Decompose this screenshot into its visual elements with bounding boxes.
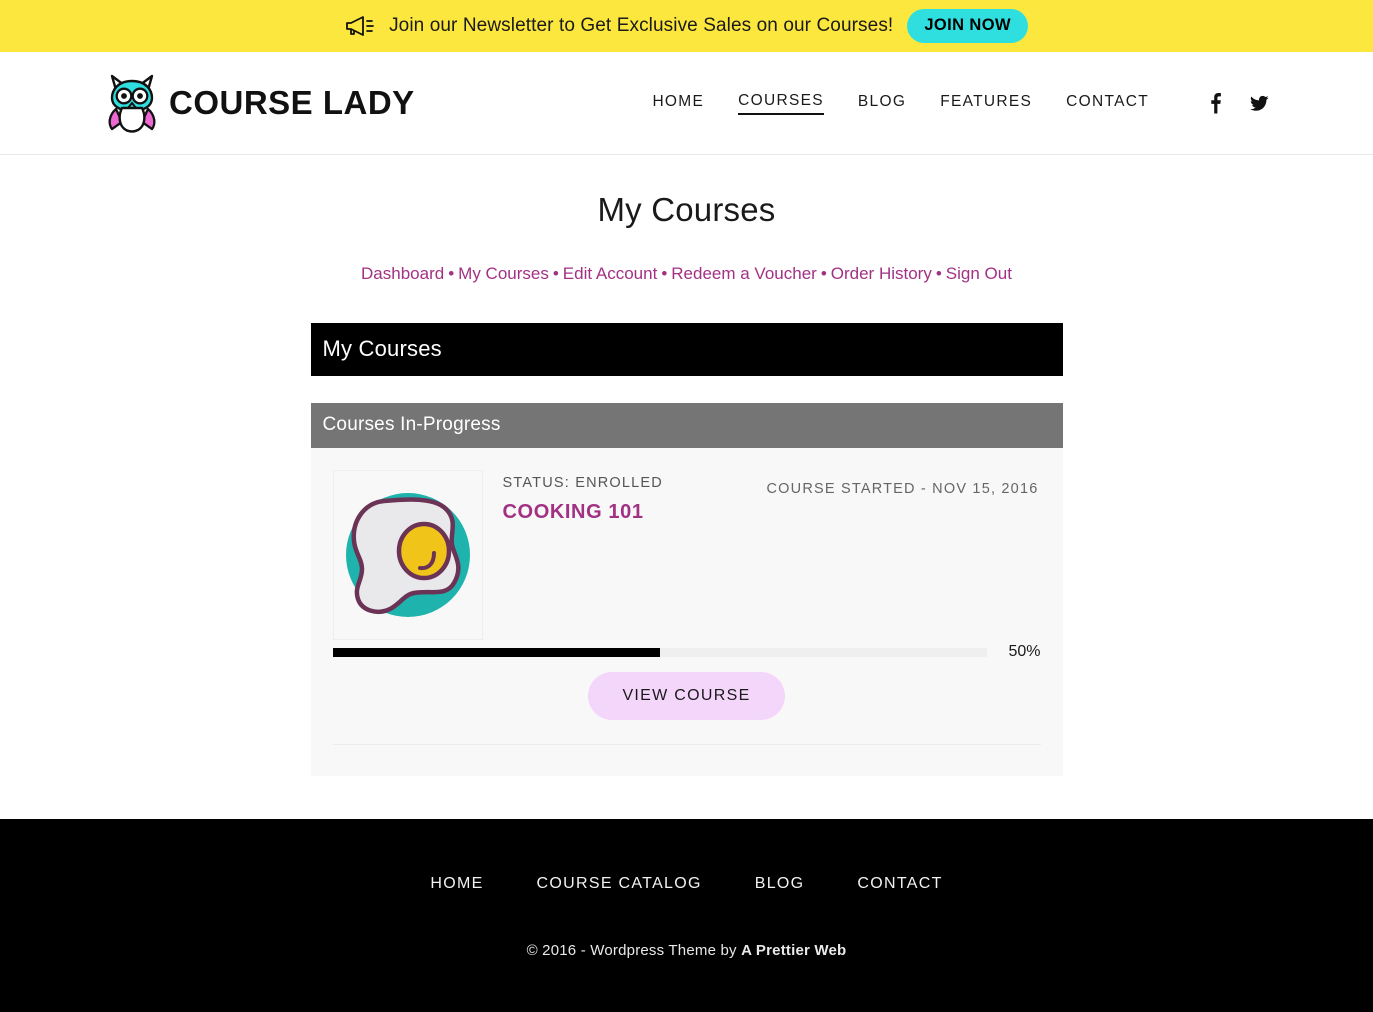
nav-item-courses[interactable]: COURSES [738,92,824,115]
footer-credit-brand[interactable]: A Prettier Web [741,942,846,959]
course-name-link[interactable]: COOKING 101 [503,501,644,524]
nav-item-blog[interactable]: BLOG [858,93,906,114]
view-course-button-wrap: VIEW COURSE [311,672,1063,720]
course-progress: 50% [332,643,1041,661]
account-nav-separator: • [661,264,668,283]
section-title-courses-in-progress: Courses In-Progress [310,403,1063,448]
course-info-left: STATUS: ENROLLED COOKING 101 [503,475,753,640]
course-row: STATUS: ENROLLED COOKING 101 COURSE STAR… [332,470,1041,640]
fried-egg-icon [340,487,476,623]
footer-link-contact[interactable]: CONTACT [857,875,942,893]
course-card: STATUS: ENROLLED COOKING 101 COURSE STAR… [310,448,1063,776]
account-link-my-courses[interactable]: My Courses [458,264,549,283]
progress-track [332,647,987,657]
nav-item-contact[interactable]: CONTACT [1066,93,1149,114]
course-thumbnail[interactable] [332,470,483,640]
page-title: My Courses [597,191,776,228]
main-navigation: HOME COURSES BLOG FEATURES CONTACT [652,92,1269,115]
nav-item-home[interactable]: HOME [652,93,704,114]
panel-title: My Courses [310,323,1063,376]
site-logo-text: COURSE LADY [169,84,415,121]
megaphone-icon [345,15,375,37]
announcement-bar: Join our Newsletter to Get Exclusive Sal… [0,0,1373,52]
progress-percent-label: 50% [1008,643,1041,660]
footer-link-home[interactable]: HOME [430,875,483,893]
announcement-text: Join our Newsletter to Get Exclusive Sal… [389,15,894,36]
footer-link-blog[interactable]: BLOG [755,875,805,893]
account-link-dashboard[interactable]: Dashboard [361,264,444,283]
site-footer: HOME COURSE CATALOG BLOG CONTACT © 2016 … [0,819,1373,1012]
main-content: My Courses Dashboard • My Courses • Edit Acc… [0,155,1373,819]
courses-container: My Courses Courses In-Progress STATUS: E… [310,323,1063,776]
social-icons [1205,92,1269,114]
account-nav-separator: • [935,264,942,283]
card-divider [332,744,1041,745]
join-now-button[interactable]: JOIN NOW [907,9,1028,43]
account-link-redeem-voucher[interactable]: Redeem a Voucher [671,264,817,283]
footer-navigation: HOME COURSE CATALOG BLOG CONTACT [0,875,1373,893]
nav-item-features[interactable]: FEATURES [940,93,1032,114]
account-navigation: Dashboard • My Courses • Edit Account • Redeem… [0,264,1373,284]
account-link-edit-account[interactable]: Edit Account [563,264,658,283]
footer-link-course-catalog[interactable]: COURSE CATALOG [537,875,702,893]
twitter-icon[interactable] [1249,92,1269,114]
facebook-icon[interactable] [1205,92,1225,114]
view-course-button[interactable]: VIEW COURSE [588,672,785,720]
site-logo[interactable]: COURSE LADY [104,72,415,134]
site-header: COURSE LADY HOME COURSES BLOG FEATURES C… [0,52,1373,155]
account-nav-separator: • [820,264,827,283]
course-info: STATUS: ENROLLED COOKING 101 COURSE STAR… [503,470,1041,640]
footer-credit-text: © 2016 - Wordpress Theme by [526,942,742,959]
progress-fill [332,647,660,657]
account-link-sign-out[interactable]: Sign Out [946,264,1012,283]
account-link-order-history[interactable]: Order History [831,264,932,283]
footer-credit: © 2016 - Wordpress Theme by A Prettier W… [0,942,1373,959]
owl-logo-icon [104,72,160,134]
account-nav-separator: • [448,264,455,283]
course-status: STATUS: ENROLLED [502,475,663,491]
course-start-date: COURSE STARTED - NOV 15, 2016 [766,481,1039,497]
account-nav-separator: • [552,264,559,283]
